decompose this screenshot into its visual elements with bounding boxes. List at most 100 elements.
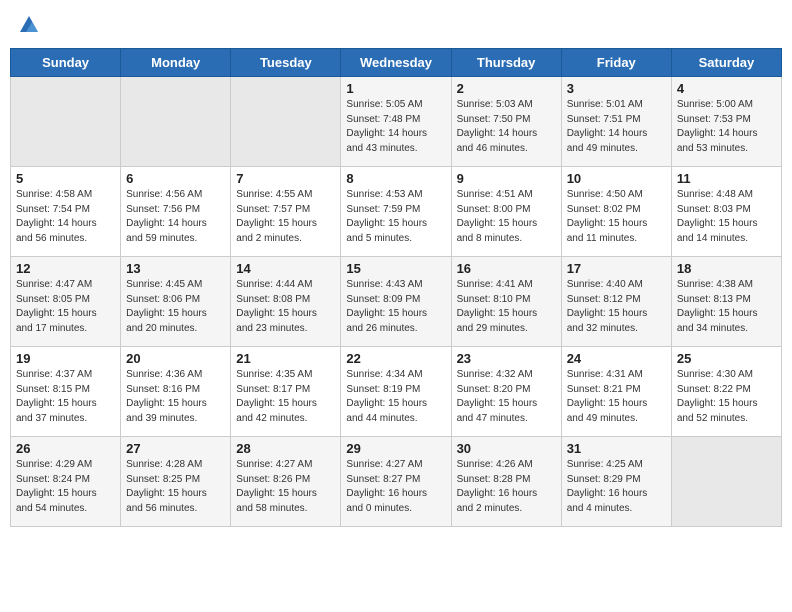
day-number: 6 (126, 171, 225, 186)
calendar-cell: 15 Sunrise: 4:43 AMSunset: 8:09 PMDayligh… (341, 257, 451, 347)
day-number: 1 (346, 81, 445, 96)
day-info: Sunrise: 4:31 AMSunset: 8:21 PMDaylight:… (567, 368, 666, 426)
calendar-cell: 23 Sunrise: 4:32 AMSunset: 8:20 PMDayligh… (451, 347, 561, 437)
day-number: 26 (16, 441, 115, 456)
calendar-cell: 24 Sunrise: 4:31 AMSunset: 8:21 PMDayligh… (561, 347, 671, 437)
day-number: 9 (457, 171, 556, 186)
day-info: Sunrise: 4:41 AMSunset: 8:10 PMDaylight:… (457, 278, 556, 336)
weekday-header-friday: Friday (561, 49, 671, 77)
weekday-header-wednesday: Wednesday (341, 49, 451, 77)
weekday-header-sunday: Sunday (11, 49, 121, 77)
week-row-2: 5Sunrise: 4:58 AMSunset: 7:54 PMDaylight… (11, 167, 782, 257)
day-info: Sunrise: 5:00 AMSunset: 7:53 PMDaylight:… (677, 98, 776, 156)
calendar-cell: 11 Sunrise: 4:48 AMSunset: 8:03 PMDayligh… (671, 167, 781, 257)
calendar-cell: 8Sunrise: 4:53 AMSunset: 7:59 PMDaylight… (341, 167, 451, 257)
day-number: 15 (346, 261, 445, 276)
week-row-1: 1 Sunrise: 5:05 AMSunset: 7:48 PMDaylight… (11, 77, 782, 167)
day-info: Sunrise: 4:44 AMSunset: 8:08 PMDaylight:… (236, 278, 335, 336)
calendar-cell (121, 77, 231, 167)
day-number: 28 (236, 441, 335, 456)
day-number: 16 (457, 261, 556, 276)
logo (16, 14, 40, 36)
page-header (10, 10, 782, 40)
calendar-cell: 12 Sunrise: 4:47 AMSunset: 8:05 PMDayligh… (11, 257, 121, 347)
calendar-cell (671, 437, 781, 527)
day-number: 19 (16, 351, 115, 366)
calendar-cell: 28 Sunrise: 4:27 AMSunset: 8:26 PMDayligh… (231, 437, 341, 527)
calendar-cell: 10 Sunrise: 4:50 AMSunset: 8:02 PMDayligh… (561, 167, 671, 257)
day-number: 3 (567, 81, 666, 96)
day-info: Sunrise: 4:40 AMSunset: 8:12 PMDaylight:… (567, 278, 666, 336)
day-number: 14 (236, 261, 335, 276)
day-number: 11 (677, 171, 776, 186)
day-info: Sunrise: 4:30 AMSunset: 8:22 PMDaylight:… (677, 368, 776, 426)
day-info: Sunrise: 4:32 AMSunset: 8:20 PMDaylight:… (457, 368, 556, 426)
week-row-5: 26 Sunrise: 4:29 AMSunset: 8:24 PMDayligh… (11, 437, 782, 527)
weekday-header-row: SundayMondayTuesdayWednesdayThursdayFrid… (11, 49, 782, 77)
calendar-cell (231, 77, 341, 167)
calendar-cell: 13Sunrise: 4:45 AMSunset: 8:06 PMDayligh… (121, 257, 231, 347)
day-info: Sunrise: 4:56 AMSunset: 7:56 PMDaylight:… (126, 188, 225, 246)
day-number: 22 (346, 351, 445, 366)
day-number: 27 (126, 441, 225, 456)
day-info: Sunrise: 4:25 AMSunset: 8:29 PMDaylight:… (567, 458, 666, 516)
day-info: Sunrise: 4:50 AMSunset: 8:02 PMDaylight:… (567, 188, 666, 246)
week-row-3: 12 Sunrise: 4:47 AMSunset: 8:05 PMDayligh… (11, 257, 782, 347)
calendar-cell: 1 Sunrise: 5:05 AMSunset: 7:48 PMDaylight… (341, 77, 451, 167)
day-info: Sunrise: 4:38 AMSunset: 8:13 PMDaylight:… (677, 278, 776, 336)
day-number: 24 (567, 351, 666, 366)
weekday-header-monday: Monday (121, 49, 231, 77)
day-info: Sunrise: 4:55 AMSunset: 7:57 PMDaylight:… (236, 188, 335, 246)
day-info: Sunrise: 4:28 AMSunset: 8:25 PMDaylight:… (126, 458, 225, 516)
weekday-header-thursday: Thursday (451, 49, 561, 77)
calendar-cell: 25 Sunrise: 4:30 AMSunset: 8:22 PMDayligh… (671, 347, 781, 437)
day-info: Sunrise: 5:05 AMSunset: 7:48 PMDaylight:… (346, 98, 445, 156)
day-info: Sunrise: 5:01 AMSunset: 7:51 PMDaylight:… (567, 98, 666, 156)
weekday-header-saturday: Saturday (671, 49, 781, 77)
day-number: 20 (126, 351, 225, 366)
day-info: Sunrise: 4:26 AMSunset: 8:28 PMDaylight:… (457, 458, 556, 516)
day-info: Sunrise: 4:43 AMSunset: 8:09 PMDaylight:… (346, 278, 445, 336)
day-number: 4 (677, 81, 776, 96)
calendar-cell: 31Sunrise: 4:25 AMSunset: 8:29 PMDayligh… (561, 437, 671, 527)
day-info: Sunrise: 4:51 AMSunset: 8:00 PMDaylight:… (457, 188, 556, 246)
day-info: Sunrise: 4:45 AMSunset: 8:06 PMDaylight:… (126, 278, 225, 336)
calendar-cell: 17 Sunrise: 4:40 AMSunset: 8:12 PMDayligh… (561, 257, 671, 347)
day-info: Sunrise: 4:53 AMSunset: 7:59 PMDaylight:… (346, 188, 445, 246)
day-info: Sunrise: 4:27 AMSunset: 8:27 PMDaylight:… (346, 458, 445, 516)
day-number: 25 (677, 351, 776, 366)
calendar-cell: 6 Sunrise: 4:56 AMSunset: 7:56 PMDaylight… (121, 167, 231, 257)
day-info: Sunrise: 4:58 AMSunset: 7:54 PMDaylight:… (16, 188, 115, 246)
calendar-cell: 5Sunrise: 4:58 AMSunset: 7:54 PMDaylight… (11, 167, 121, 257)
day-number: 10 (567, 171, 666, 186)
logo-icon (18, 14, 40, 36)
calendar-cell (11, 77, 121, 167)
calendar-cell: 27 Sunrise: 4:28 AMSunset: 8:25 PMDayligh… (121, 437, 231, 527)
day-info: Sunrise: 4:29 AMSunset: 8:24 PMDaylight:… (16, 458, 115, 516)
day-info: Sunrise: 4:36 AMSunset: 8:16 PMDaylight:… (126, 368, 225, 426)
day-number: 7 (236, 171, 335, 186)
calendar-table: SundayMondayTuesdayWednesdayThursdayFrid… (10, 48, 782, 527)
day-info: Sunrise: 4:27 AMSunset: 8:26 PMDaylight:… (236, 458, 335, 516)
day-number: 21 (236, 351, 335, 366)
day-info: Sunrise: 5:03 AMSunset: 7:50 PMDaylight:… (457, 98, 556, 156)
weekday-header-tuesday: Tuesday (231, 49, 341, 77)
calendar-cell: 7 Sunrise: 4:55 AMSunset: 7:57 PMDaylight… (231, 167, 341, 257)
day-number: 2 (457, 81, 556, 96)
calendar-cell: 26 Sunrise: 4:29 AMSunset: 8:24 PMDayligh… (11, 437, 121, 527)
day-number: 30 (457, 441, 556, 456)
calendar-cell: 4 Sunrise: 5:00 AMSunset: 7:53 PMDaylight… (671, 77, 781, 167)
day-info: Sunrise: 4:34 AMSunset: 8:19 PMDaylight:… (346, 368, 445, 426)
day-number: 29 (346, 441, 445, 456)
calendar-cell: 9 Sunrise: 4:51 AMSunset: 8:00 PMDaylight… (451, 167, 561, 257)
day-number: 23 (457, 351, 556, 366)
day-number: 17 (567, 261, 666, 276)
day-info: Sunrise: 4:35 AMSunset: 8:17 PMDaylight:… (236, 368, 335, 426)
day-info: Sunrise: 4:48 AMSunset: 8:03 PMDaylight:… (677, 188, 776, 246)
day-number: 12 (16, 261, 115, 276)
day-info: Sunrise: 4:47 AMSunset: 8:05 PMDaylight:… (16, 278, 115, 336)
calendar-cell: 2 Sunrise: 5:03 AMSunset: 7:50 PMDaylight… (451, 77, 561, 167)
calendar-cell: 29 Sunrise: 4:27 AMSunset: 8:27 PMDayligh… (341, 437, 451, 527)
calendar-cell: 21 Sunrise: 4:35 AMSunset: 8:17 PMDayligh… (231, 347, 341, 437)
calendar-cell: 14 Sunrise: 4:44 AMSunset: 8:08 PMDayligh… (231, 257, 341, 347)
